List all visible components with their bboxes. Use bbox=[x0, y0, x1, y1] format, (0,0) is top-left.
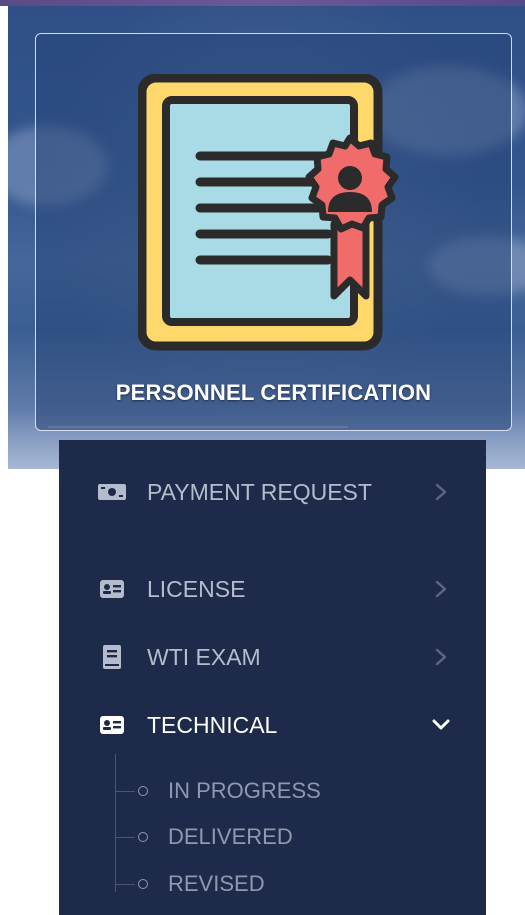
sidebar-item-wti-exam[interactable]: WTI EXAM bbox=[59, 629, 486, 685]
chevron-right-icon bbox=[431, 480, 451, 504]
tree-branch bbox=[115, 836, 135, 838]
sidebar-item-label: WTI EXAM bbox=[147, 643, 261, 670]
submenu-item-delivered[interactable]: DELIVERED bbox=[115, 819, 475, 855]
sidebar-item-license[interactable]: LICENSE bbox=[59, 561, 486, 617]
tree-branch bbox=[115, 790, 135, 792]
chevron-right-icon bbox=[431, 577, 451, 601]
submenu-item-in-progress[interactable]: IN PROGRESS bbox=[115, 773, 475, 809]
submenu-item-label: DELIVERED bbox=[168, 824, 293, 849]
sidebar-item-technical[interactable]: TECHNICAL bbox=[59, 697, 486, 753]
sidebar-item-label: LICENSE bbox=[147, 575, 246, 602]
money-bill-icon bbox=[97, 480, 127, 504]
chevron-down-icon bbox=[431, 713, 451, 737]
submenu-item-label: REVISED bbox=[168, 871, 265, 896]
submenu-item-revised[interactable]: REVISED bbox=[115, 866, 475, 902]
id-card-icon bbox=[97, 713, 127, 737]
circle-bullet-icon bbox=[138, 879, 148, 889]
submenu-item-label: IN PROGRESS bbox=[168, 778, 321, 803]
circle-bullet-icon bbox=[138, 832, 148, 842]
sidebar-item-payment-request[interactable]: PAYMENT REQUEST bbox=[59, 464, 486, 520]
circle-bullet-icon bbox=[138, 786, 148, 796]
sidebar-item-label: PAYMENT REQUEST bbox=[147, 478, 372, 505]
tree-branch bbox=[115, 883, 135, 885]
sidebar-item-label: TECHNICAL bbox=[147, 711, 278, 738]
book-icon bbox=[97, 645, 127, 669]
personnel-certification-card[interactable]: PERSONNEL CERTIFICATION bbox=[35, 33, 512, 431]
certificate-icon bbox=[138, 74, 399, 351]
card-title: PERSONNEL CERTIFICATION bbox=[115, 380, 432, 405]
chevron-right-icon bbox=[431, 645, 451, 669]
id-card-icon bbox=[97, 577, 127, 601]
sidebar-menu: PAYMENT REQUEST LICENSE WTI EXAM TECHNIC… bbox=[59, 440, 486, 915]
